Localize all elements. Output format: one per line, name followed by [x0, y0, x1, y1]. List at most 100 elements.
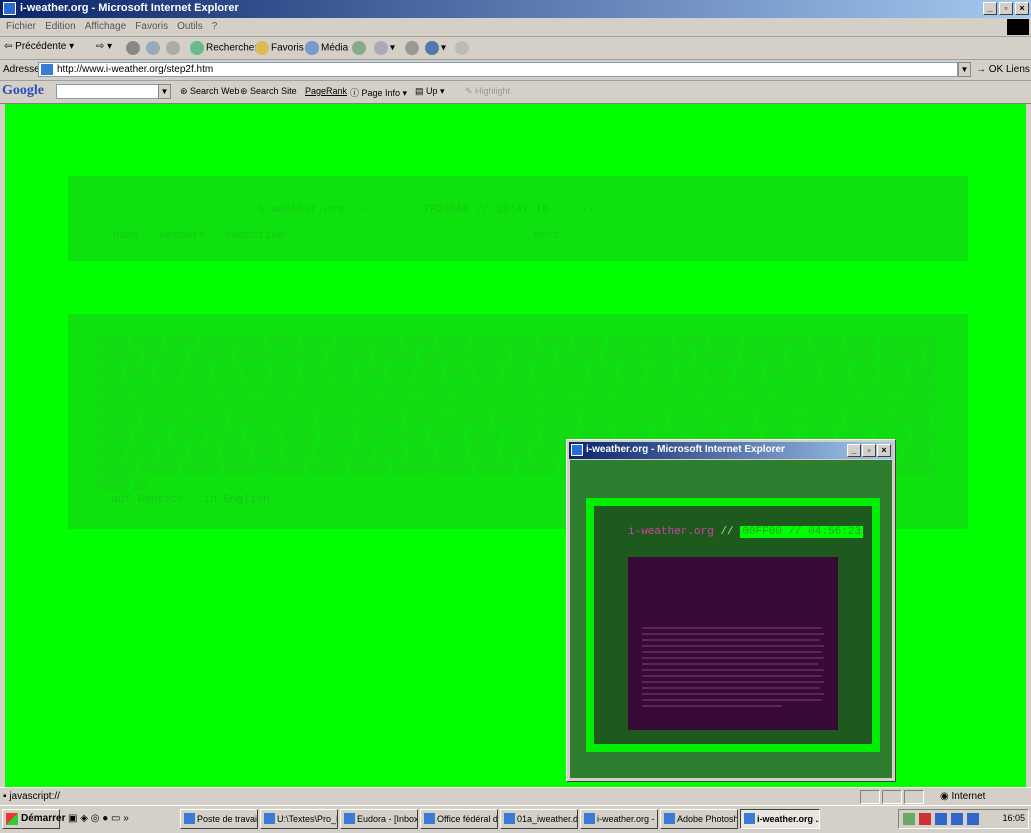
search-button[interactable]: Rechercher	[190, 41, 258, 55]
task-label: Eudora - [Inbox (...	[357, 814, 418, 824]
popup-minimize-button[interactable]: _	[847, 444, 861, 457]
nav-subscribe-link[interactable]: subscribe	[225, 230, 284, 242]
task-iweather-active[interactable]: i-weather.org ...	[740, 809, 820, 829]
next-link[interactable]: next	[533, 230, 559, 242]
google-logo[interactable]: Google	[2, 83, 44, 99]
task-poste-de-travail[interactable]: Poste de travail	[180, 809, 258, 829]
close-button[interactable]: ×	[1015, 2, 1029, 15]
mail-icon	[374, 41, 388, 55]
window-title: i-weather.org - Microsoft Internet Explo…	[20, 2, 239, 14]
minimize-button[interactable]: _	[983, 2, 997, 15]
task-photoshop[interactable]: Adobe Photoshop	[660, 809, 738, 829]
thumbnail-line	[642, 675, 822, 677]
site-headline: i-weather.org ········ 7FD36AE // 11:47:…	[258, 204, 615, 216]
forward-button[interactable]: ⇨ ▾	[96, 41, 112, 52]
tray-icon[interactable]	[903, 813, 915, 825]
thumbnail-line	[642, 657, 824, 659]
back-button[interactable]: ⇦ Précédente ▾	[4, 41, 74, 52]
task-iweather-1[interactable]: i-weather.org - ...	[580, 809, 658, 829]
page-icon	[41, 64, 53, 75]
status-bar: ▪ javascript:// ◉ Internet	[0, 787, 1031, 806]
highlight-label: Highlight	[475, 86, 511, 96]
print-icon	[405, 41, 419, 55]
header-box: i-weather.org ········ 7FD36AE // 11:47:…	[68, 176, 968, 261]
nav-members-link[interactable]: members	[159, 230, 205, 242]
highlight-button[interactable]: ✎ Highlight	[465, 86, 510, 97]
start-button[interactable]: Démarrer	[2, 809, 65, 829]
google-search-input[interactable]	[56, 84, 162, 99]
english-link[interactable]: in English	[204, 494, 270, 506]
search-icon	[190, 41, 204, 55]
stop-button[interactable]	[126, 41, 142, 55]
computer-icon	[184, 813, 195, 824]
thumbnail-line	[642, 627, 822, 629]
nav-home-link[interactable]: Home	[113, 230, 139, 242]
media-button[interactable]: Média	[305, 41, 348, 55]
address-dropdown[interactable]: ▼	[958, 62, 971, 77]
menu-file[interactable]: Fichier	[6, 21, 36, 32]
search-site-button[interactable]: ⊛ Search Site	[240, 86, 297, 97]
task-label: U:\Textes\Pro_H...	[277, 814, 337, 824]
tray-icon[interactable]	[919, 813, 931, 825]
tray-icon[interactable]	[967, 813, 979, 825]
menu-help[interactable]: ?	[212, 21, 218, 32]
popup-maximize-button[interactable]: ▫	[862, 444, 876, 457]
media-icon	[305, 41, 319, 55]
system-tray: 16:05	[898, 809, 1029, 829]
tray-icon[interactable]	[935, 813, 947, 825]
pagerank-button[interactable]: PageRank	[305, 86, 347, 96]
text-line	[98, 382, 938, 395]
site-name[interactable]: i-weather.org	[258, 204, 344, 216]
favorites-button[interactable]: Favoris	[255, 41, 304, 55]
search-web-button[interactable]: ⊛ Search Web	[180, 86, 239, 97]
links-button[interactable]: Liens	[1006, 64, 1030, 75]
popup-titlebar[interactable]: i-weather.org - Microsoft Internet Explo…	[569, 442, 893, 459]
task-iweather-doc[interactable]: 01a_iweather.do...	[500, 809, 578, 829]
menu-favorites[interactable]: Favoris	[135, 21, 168, 32]
german-link[interactable]: auf Deutsch	[111, 494, 184, 506]
menu-view[interactable]: Affichage	[85, 21, 127, 32]
thumbnail-line	[642, 705, 782, 707]
start-label: Démarrer	[21, 813, 66, 824]
task-office-federal[interactable]: Office fédéral de...	[420, 809, 498, 829]
security-zone: ◉ Internet	[940, 791, 986, 802]
thumbnail-line	[642, 663, 818, 665]
text-line	[98, 334, 938, 347]
menu-tools[interactable]: Outils	[177, 21, 203, 32]
go-button[interactable]: → OK	[976, 64, 1003, 75]
up-label: Up	[426, 86, 438, 96]
nav-row: Home · members · subscribe	[113, 230, 285, 242]
page-thumbnail	[628, 557, 838, 730]
status-text: ▪ javascript://	[3, 791, 60, 802]
menu-edit[interactable]: Edition	[45, 21, 76, 32]
history-button[interactable]	[352, 41, 368, 55]
popup-window[interactable]: i-weather.org - Microsoft Internet Explo…	[566, 439, 896, 782]
address-input[interactable]: http://www.i-weather.org/step2f.htm	[38, 62, 958, 77]
tray-icon[interactable]	[951, 813, 963, 825]
popup-close-button[interactable]: ×	[877, 444, 891, 457]
maximize-button[interactable]: ▫	[999, 2, 1013, 15]
search-label: Rechercher	[206, 42, 258, 54]
popup-separator: //	[720, 526, 734, 538]
task-textes[interactable]: U:\Textes\Pro_H...	[260, 809, 338, 829]
refresh-button[interactable]	[146, 41, 162, 55]
task-eudora[interactable]: Eudora - [Inbox (...	[340, 809, 418, 829]
print-button[interactable]	[405, 41, 421, 55]
quicklaunch-icons[interactable]: ▣ ◈ ◎ ● ▭ »	[68, 813, 129, 824]
page-info-button[interactable]: ⓘ Page Info ▾	[350, 86, 407, 99]
mail-button[interactable]: ▾	[374, 41, 395, 55]
edit-button[interactable]: ▾	[425, 41, 446, 55]
language-row: · auf Deutsch · in English	[98, 494, 270, 506]
up-button[interactable]: ▤ Up ▾	[415, 86, 445, 97]
main-titlebar[interactable]: i-weather.org - Microsoft Internet Explo…	[0, 0, 1031, 18]
clock[interactable]: 16:05	[1002, 813, 1025, 823]
thumbnail-line	[642, 633, 824, 635]
discuss-button[interactable]	[455, 41, 471, 55]
home-button[interactable]	[166, 41, 182, 55]
discuss-icon	[455, 41, 469, 55]
thumbnail-line	[642, 639, 820, 641]
google-search-dropdown[interactable]: ▼	[158, 84, 171, 99]
color-time: 7FD36AE // 11:47:16	[423, 204, 549, 216]
go-label: OK	[988, 64, 1004, 75]
address-url: http://www.i-weather.org/step2f.htm	[57, 64, 214, 75]
